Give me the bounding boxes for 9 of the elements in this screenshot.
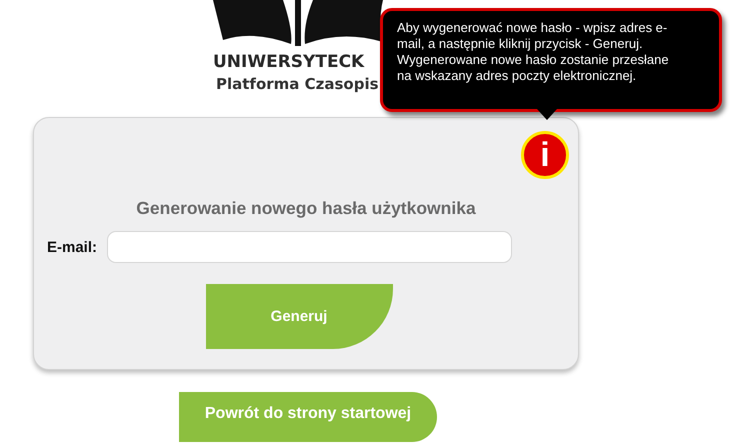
- book-logo-icon: [213, 0, 383, 46]
- email-label: E-mail:: [47, 238, 98, 256]
- generate-button[interactable]: Generuj: [206, 284, 392, 349]
- back-button[interactable]: Powrót do strony startowej: [179, 392, 437, 442]
- tooltip-text: Aby wygenerować nowe hasło - wpisz adres e-mail, a następnie kliknij przycisk - Generuj. Wygenerowane nowe hasło zostanie przesłane na wskazany adres poczty elektronicznej.: [397, 20, 670, 84]
- email-field[interactable]: [107, 231, 512, 263]
- form-title: Generowanie nowego hasła użytkownika: [136, 198, 476, 219]
- logo-subtitle: Platforma Czasopis: [216, 74, 379, 95]
- logo-title: UNIWERSYTECK: [213, 51, 364, 73]
